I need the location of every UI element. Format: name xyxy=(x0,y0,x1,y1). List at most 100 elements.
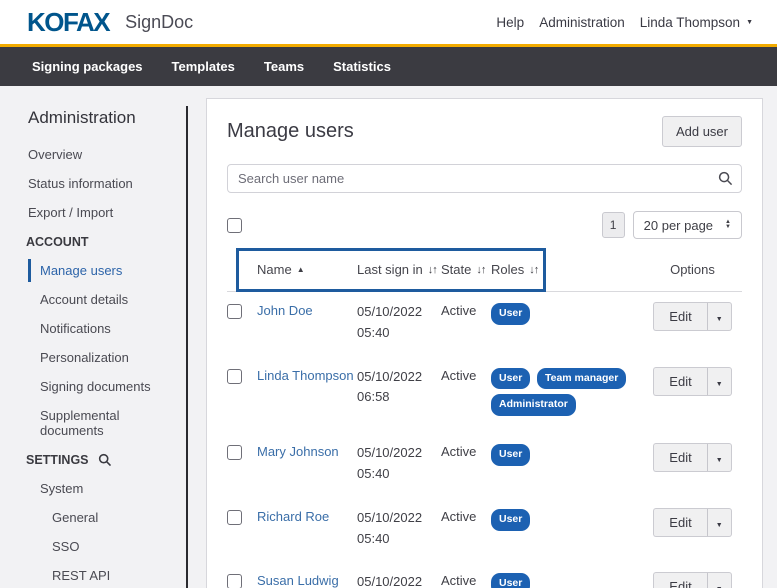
table-row: Susan Ludwig 05/10/2022 05:40 Active Use… xyxy=(227,562,742,588)
select-arrows-icon: ▲▼ xyxy=(725,220,731,230)
sidebar-item-personalization[interactable]: Personalization xyxy=(0,343,186,372)
sidebar-item-status-information[interactable]: Status information xyxy=(0,169,186,198)
search-input[interactable] xyxy=(227,164,742,193)
sort-both-icon: ↓↑ xyxy=(476,264,485,276)
role-badge: User xyxy=(491,303,530,325)
nav-teams[interactable]: Teams xyxy=(258,55,310,78)
edit-button[interactable]: Edit xyxy=(653,443,706,472)
edit-split-button: Edit ▼ xyxy=(653,508,731,537)
sidebar-item-general[interactable]: General xyxy=(0,503,186,532)
last-sign-in-cell: 05/10/2022 06:58 xyxy=(357,367,441,409)
sort-both-icon: ↓↑ xyxy=(529,264,538,276)
sidebar-item-sso[interactable]: SSO xyxy=(0,532,186,561)
role-badge: Administrator xyxy=(491,394,576,416)
role-badge: Team manager xyxy=(537,368,626,390)
help-link[interactable]: Help xyxy=(496,15,524,30)
kofax-logo: KOFAX xyxy=(27,9,109,35)
select-all-checkbox[interactable] xyxy=(227,218,242,233)
sidebar-item-export-import[interactable]: Export / Import xyxy=(0,198,186,227)
user-name-link[interactable]: John Doe xyxy=(257,303,357,318)
state-value: Active xyxy=(441,444,491,459)
column-header-roles[interactable]: Roles ↓↑ xyxy=(491,262,643,277)
edit-dropdown-button[interactable]: ▼ xyxy=(707,367,732,396)
state-value: Active xyxy=(441,368,491,383)
edit-dropdown-button[interactable]: ▼ xyxy=(707,508,732,537)
row-checkbox[interactable] xyxy=(227,510,242,525)
nav-statistics[interactable]: Statistics xyxy=(327,55,397,78)
column-label: State xyxy=(441,262,471,277)
column-label: Last sign in xyxy=(357,262,423,277)
table-row: Richard Roe 05/10/2022 05:40 Active User… xyxy=(227,498,742,563)
sidebar-section-account: ACCOUNT xyxy=(0,227,186,256)
date-text: 05/10/2022 xyxy=(357,508,441,529)
sidebar-item-supplemental-documents[interactable]: Supplemental documents xyxy=(0,401,186,445)
column-header-state[interactable]: State ↓↑ xyxy=(441,262,491,277)
page-title: Manage users xyxy=(227,120,354,143)
sidebar-item-system[interactable]: System xyxy=(0,474,186,503)
row-checkbox[interactable] xyxy=(227,445,242,460)
edit-split-button: Edit ▼ xyxy=(653,443,731,472)
page-size-value: 20 per page xyxy=(644,218,713,233)
state-value: Active xyxy=(441,573,491,588)
sidebar-item-manage-users[interactable]: Manage users xyxy=(0,256,186,285)
user-name: Linda Thompson xyxy=(640,15,740,30)
sort-both-icon: ↓↑ xyxy=(428,264,437,276)
chevron-down-icon: ▼ xyxy=(746,19,753,26)
time-text: 05:40 xyxy=(357,464,441,485)
column-header-name[interactable]: Name ▲ xyxy=(257,262,357,277)
caret-down-icon: ▼ xyxy=(716,316,723,323)
add-user-button[interactable]: Add user xyxy=(662,116,742,147)
user-name-link[interactable]: Linda Thompson xyxy=(257,368,357,383)
sidebar-item-notifications[interactable]: Notifications xyxy=(0,314,186,343)
product-name: SignDoc xyxy=(125,12,193,33)
role-badge: User xyxy=(491,444,530,466)
main-navbar: Signing packages Templates Teams Statist… xyxy=(0,44,777,86)
edit-button[interactable]: Edit xyxy=(653,302,706,331)
row-checkbox[interactable] xyxy=(227,574,242,588)
time-text: 05:40 xyxy=(357,529,441,550)
sort-ascending-icon: ▲ xyxy=(297,265,305,274)
role-badge: User xyxy=(491,509,530,531)
edit-button[interactable]: Edit xyxy=(653,508,706,537)
user-menu[interactable]: Linda Thompson ▼ xyxy=(640,15,753,30)
last-sign-in-cell: 05/10/2022 05:40 xyxy=(357,508,441,550)
roles-cell: User xyxy=(491,508,643,535)
date-text: 05/10/2022 xyxy=(357,302,441,323)
page-number-button[interactable]: 1 xyxy=(602,212,625,238)
administration-link[interactable]: Administration xyxy=(539,15,625,30)
sidebar-item-overview[interactable]: Overview xyxy=(0,140,186,169)
sidebar-item-signing-documents[interactable]: Signing documents xyxy=(0,372,186,401)
sidebar-section-settings: SETTINGS xyxy=(0,445,186,474)
column-label: Roles xyxy=(491,262,524,277)
edit-dropdown-button[interactable]: ▼ xyxy=(707,302,732,331)
state-value: Active xyxy=(441,509,491,524)
page-size-select[interactable]: 20 per page ▲▼ xyxy=(633,211,742,239)
nav-templates[interactable]: Templates xyxy=(166,55,241,78)
date-text: 05/10/2022 xyxy=(357,443,441,464)
search-icon[interactable] xyxy=(718,171,733,191)
last-sign-in-cell: 05/10/2022 05:40 xyxy=(357,572,441,588)
date-text: 05/10/2022 xyxy=(357,572,441,588)
sidebar-title: Administration xyxy=(0,108,186,128)
nav-signing-packages[interactable]: Signing packages xyxy=(26,55,149,78)
time-text: 05:40 xyxy=(357,323,441,344)
time-text: 06:58 xyxy=(357,387,441,408)
user-name-link[interactable]: Mary Johnson xyxy=(257,444,357,459)
row-checkbox[interactable] xyxy=(227,369,242,384)
column-header-last-sign-in[interactable]: Last sign in ↓↑ xyxy=(357,262,441,277)
edit-button[interactable]: Edit xyxy=(653,572,706,588)
column-label: Name xyxy=(257,262,292,277)
settings-search-icon[interactable] xyxy=(98,453,112,467)
user-name-link[interactable]: Susan Ludwig xyxy=(257,573,357,588)
user-name-link[interactable]: Richard Roe xyxy=(257,509,357,524)
edit-dropdown-button[interactable]: ▼ xyxy=(707,443,732,472)
edit-dropdown-button[interactable]: ▼ xyxy=(707,572,732,588)
admin-sidebar: Administration Overview Status informati… xyxy=(0,106,188,588)
app-window: KOFAX SignDoc Help Administration Linda … xyxy=(0,0,777,588)
sidebar-item-account-details[interactable]: Account details xyxy=(0,285,186,314)
header-links: Help Administration Linda Thompson ▼ xyxy=(496,15,753,30)
roles-cell: User xyxy=(491,443,643,470)
edit-button[interactable]: Edit xyxy=(653,367,706,396)
sidebar-item-rest-api[interactable]: REST API xyxy=(0,561,186,588)
row-checkbox[interactable] xyxy=(227,304,242,319)
